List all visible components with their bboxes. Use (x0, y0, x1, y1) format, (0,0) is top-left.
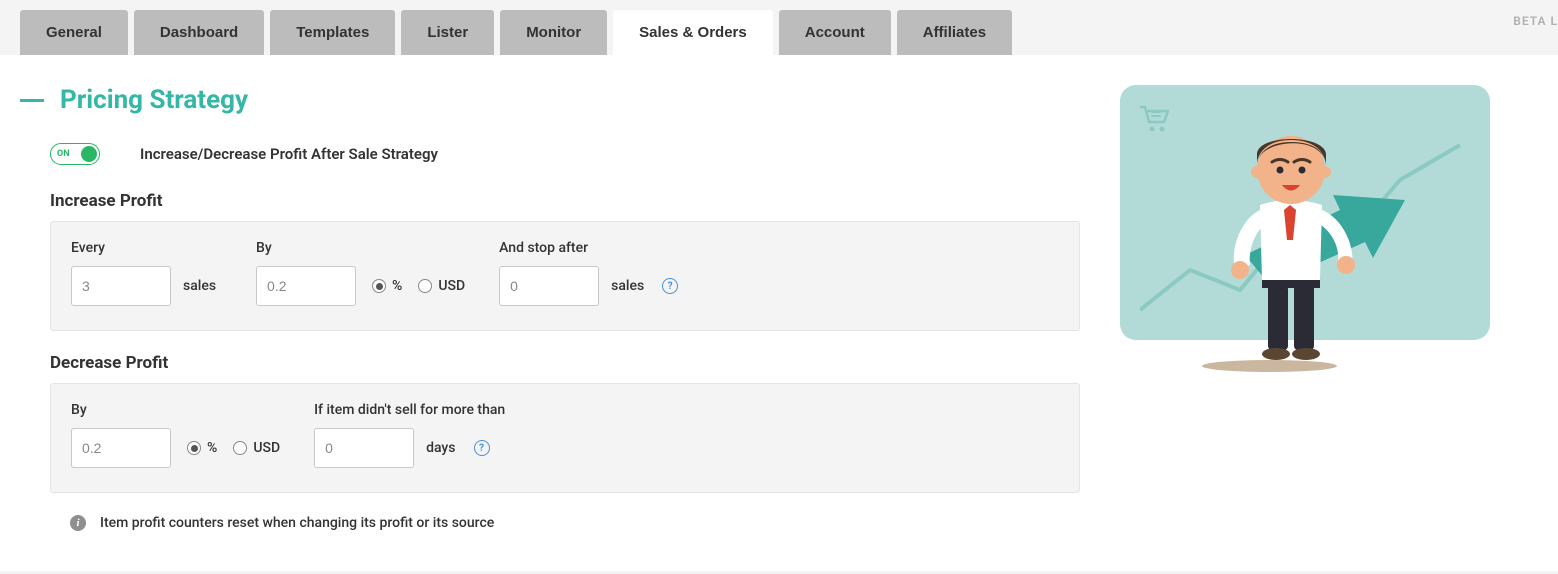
increase-panel: Every sales By % (50, 221, 1080, 331)
help-icon[interactable]: ? (662, 278, 678, 294)
increase-stop-label: And stop after (499, 240, 678, 256)
decrease-by-label: By (71, 402, 280, 418)
decrease-nosale-input[interactable] (314, 428, 414, 468)
radio-icon (187, 441, 201, 455)
info-icon: i (70, 515, 86, 531)
decrease-panel: By % USD (50, 383, 1080, 493)
person-icon (1190, 110, 1390, 370)
increase-unit-percent-label: % (392, 278, 402, 294)
increase-unit-usd[interactable]: USD (418, 278, 465, 294)
decrease-unit-radio-group: % USD (187, 440, 280, 456)
decrease-unit-usd[interactable]: USD (233, 440, 280, 456)
increase-by-label: By (256, 240, 465, 256)
section-title: Pricing Strategy (60, 85, 248, 115)
strategy-toggle[interactable]: ON (50, 143, 100, 165)
tab-account[interactable]: Account (779, 10, 891, 55)
toggle-knob (81, 146, 97, 162)
help-icon[interactable]: ? (474, 440, 490, 456)
increase-by-input[interactable] (256, 266, 356, 306)
decrease-unit-percent[interactable]: % (187, 440, 217, 456)
radio-icon (372, 279, 386, 293)
increase-unit-percent[interactable]: % (372, 278, 402, 294)
section-dash-icon (20, 99, 44, 102)
shadow-ellipse (1202, 360, 1337, 372)
toggle-on-label: ON (57, 149, 70, 159)
note-text: Item profit counters reset when changing… (100, 515, 494, 531)
increase-unit-radio-group: % USD (372, 278, 465, 294)
radio-icon (418, 279, 432, 293)
tab-templates[interactable]: Templates (270, 10, 395, 55)
increase-every-label: Every (71, 240, 216, 256)
decrease-unit-percent-label: % (207, 440, 217, 456)
increase-every-input[interactable] (71, 266, 171, 306)
radio-icon (233, 441, 247, 455)
tab-sales-orders[interactable]: Sales & Orders (613, 10, 773, 55)
increase-stop-unit: sales (611, 278, 644, 294)
increase-stop-input[interactable] (499, 266, 599, 306)
toggle-description: Increase/Decrease Profit After Sale Stra… (140, 145, 438, 163)
nav-tabs: General Dashboard Templates Lister Monit… (0, 10, 1558, 55)
tab-dashboard[interactable]: Dashboard (134, 10, 264, 55)
illustration (1120, 85, 1490, 340)
beta-label: BETA L (1513, 14, 1558, 28)
increase-profit-heading: Increase Profit (20, 191, 1080, 211)
decrease-nosale-unit: days (426, 440, 455, 456)
tab-monitor[interactable]: Monitor (500, 10, 607, 55)
decrease-nosale-label: If item didn't sell for more than (314, 402, 505, 418)
tab-lister[interactable]: Lister (401, 10, 494, 55)
content-area: Pricing Strategy ON Increase/Decrease Pr… (0, 55, 1558, 571)
tab-general[interactable]: General (20, 10, 128, 55)
decrease-by-input[interactable] (71, 428, 171, 468)
tab-affiliates[interactable]: Affiliates (897, 10, 1012, 55)
decrease-unit-usd-label: USD (253, 440, 280, 456)
cart-icon (1138, 103, 1172, 133)
increase-every-unit: sales (183, 278, 216, 294)
decrease-profit-heading: Decrease Profit (20, 353, 1080, 373)
increase-unit-usd-label: USD (438, 278, 465, 294)
